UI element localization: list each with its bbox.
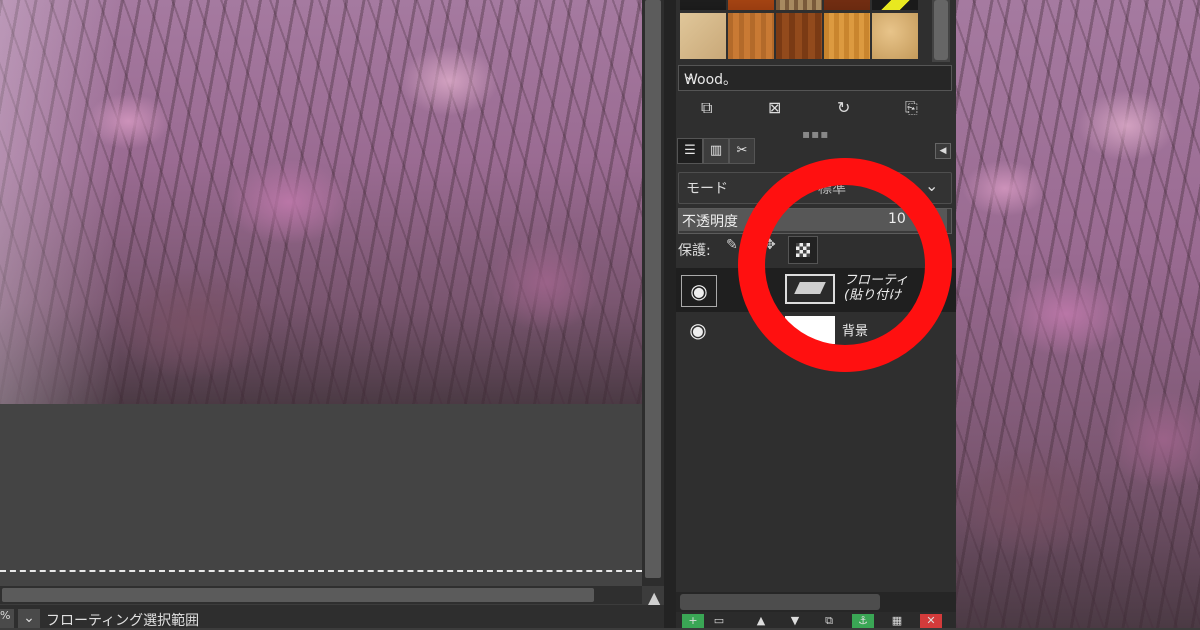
duplicate-pattern-icon[interactable]: ⧉	[701, 98, 712, 118]
pattern-swatch[interactable]	[680, 0, 726, 10]
status-text: フローティング選択範囲	[46, 613, 200, 629]
raise-layer-icon[interactable]: ▲	[750, 614, 772, 628]
refresh-patterns-icon[interactable]: ↻	[837, 98, 850, 117]
zoom-field[interactable]: %	[0, 609, 14, 628]
layers-icon: ☰	[684, 143, 696, 158]
chevron-down-icon: ⌄	[925, 176, 939, 195]
pane-divider[interactable]	[664, 0, 676, 628]
pattern-swatch[interactable]	[728, 0, 774, 10]
lock-pixels-icon[interactable]: ✎	[726, 237, 738, 253]
mask-layer-icon[interactable]: ▦	[886, 614, 908, 628]
tab-layers[interactable]: ☰	[677, 138, 703, 164]
tab-channels[interactable]: ▥	[703, 138, 729, 164]
opacity-label: 不透明度	[682, 214, 738, 230]
delete-pattern-icon[interactable]: ⊠	[768, 98, 781, 117]
zoom-dropdown-chevron-icon[interactable]: ⌄	[18, 609, 40, 628]
background-photo	[956, 0, 1200, 628]
canvas-horizontal-scroll-thumb[interactable]	[2, 588, 594, 602]
pattern-name-dropdown[interactable]: Wood。 ⌄	[678, 65, 952, 91]
patterns-scroll-thumb[interactable]	[934, 0, 948, 60]
lower-layer-icon[interactable]: ▼	[784, 614, 806, 628]
new-layer-icon[interactable]: +	[682, 614, 704, 628]
tab-paths[interactable]: ✂	[729, 138, 755, 164]
pattern-swatch[interactable]	[728, 13, 774, 59]
canvas-vertical-scroll-thumb[interactable]	[645, 0, 661, 578]
eye-icon[interactable]: ◉	[681, 275, 717, 307]
canvas-empty-area[interactable]	[0, 404, 642, 586]
panel-menu-icon[interactable]: ◀	[935, 143, 951, 159]
anchor-layer-icon[interactable]: ⚓	[852, 614, 874, 628]
channels-icon: ▥	[709, 143, 723, 158]
eye-icon[interactable]: ◉	[681, 315, 715, 345]
floating-selection-border	[0, 570, 642, 572]
mode-label: モード	[686, 181, 728, 197]
new-group-icon[interactable]: ▭	[708, 614, 730, 628]
pattern-swatch[interactable]	[872, 0, 918, 10]
canvas-image[interactable]	[0, 0, 642, 404]
pattern-swatch[interactable]	[824, 13, 870, 59]
zoom-value: %	[0, 609, 11, 622]
pattern-swatch[interactable]	[824, 0, 870, 10]
dock-handle[interactable]: ▪▪▪	[802, 127, 829, 141]
chevron-down-icon: ⌄	[684, 69, 695, 84]
highlight-circle	[738, 158, 952, 372]
layers-scroll-thumb[interactable]	[680, 594, 880, 610]
lock-label: 保護:	[678, 243, 711, 259]
open-pattern-folder-icon[interactable]: ⎘	[905, 98, 918, 118]
pattern-swatch[interactable]	[776, 0, 822, 10]
pattern-swatch[interactable]	[776, 13, 822, 59]
pattern-swatch[interactable]	[680, 13, 726, 59]
pattern-swatch[interactable]	[872, 13, 918, 59]
delete-layer-icon[interactable]: ✕	[920, 614, 942, 628]
paths-icon: ✂	[736, 143, 748, 158]
duplicate-layer-icon[interactable]: ⧉	[818, 614, 840, 628]
